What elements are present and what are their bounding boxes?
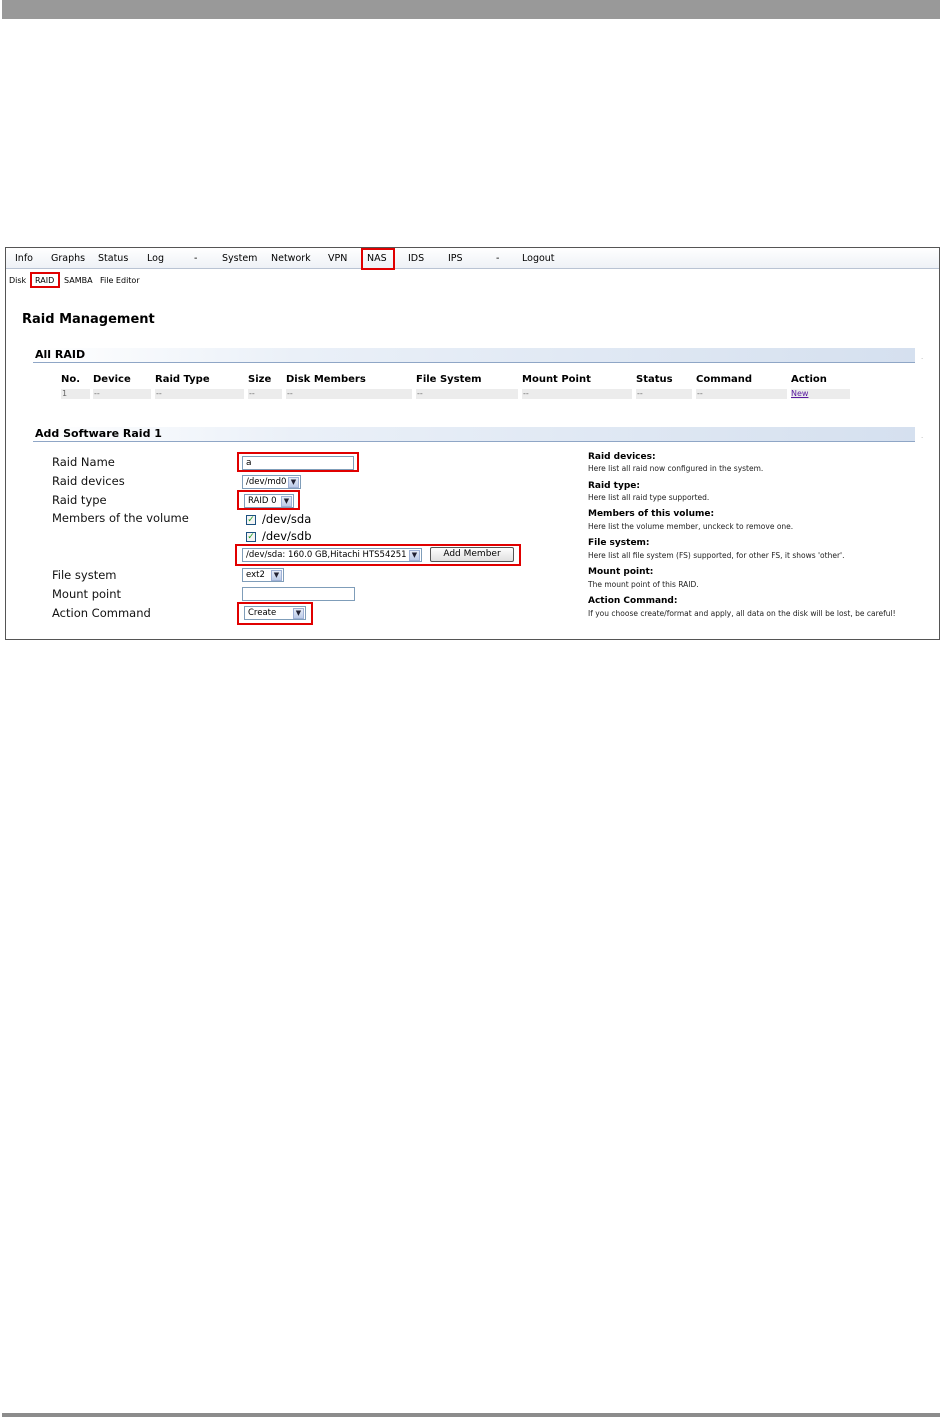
subnav-item-file-editor[interactable]: File Editor [100,276,140,286]
page-top-bar [2,0,940,19]
nav-item-log[interactable]: Log [147,253,164,264]
table-cell-bg [93,389,151,399]
page-title: Raid Management [22,312,155,327]
help-title-members: Members of this volume: [588,509,715,519]
cell-no: 1 [62,389,68,398]
action-command-highlight-box [237,602,313,625]
file-system-select[interactable]: ext2 ▼ [242,568,284,582]
table-cell-bg [155,389,244,399]
table-cell-bg [416,389,518,399]
col-header-disk-members: Disk Members [286,374,366,385]
mount-point-label: Mount point [52,587,122,601]
members-label: Members of the volume [52,511,189,525]
main-nav: Info Graphs Status Log - System Network … [6,248,939,269]
help-text-action-command: If you choose create/format and apply, a… [588,609,896,618]
table-cell-bg [636,389,692,399]
cell-disk-members: -- [287,389,293,398]
nav-item-network[interactable]: Network [271,253,311,264]
section-header-dot: · [921,355,924,363]
subnav-item-disk[interactable]: Disk [9,276,26,286]
member-sdb-label: /dev/sdb [262,529,312,543]
nav-separator: - [496,253,500,264]
help-title-file-system: File system: [588,538,650,548]
cell-command: -- [697,389,703,398]
app-window: Info Graphs Status Log - System Network … [5,247,940,640]
table-cell-bg [522,389,632,399]
col-header-mount-point: Mount Point [522,374,591,385]
member-highlight-box [235,544,521,566]
member-sda-checkbox[interactable]: ✓ [246,515,256,525]
nav-item-ips[interactable]: IPS [448,253,463,264]
col-header-size: Size [248,374,272,385]
raid-type-label: Raid type [52,493,107,507]
nav-item-system[interactable]: System [222,253,257,264]
col-header-raid-type: Raid Type [155,374,210,385]
nav-item-logout[interactable]: Logout [522,253,555,264]
help-title-action-command: Action Command: [588,596,678,606]
section-header-dot: · [921,434,924,442]
member-sdb-checkbox[interactable]: ✓ [246,532,256,542]
nav-item-graphs[interactable]: Graphs [51,253,85,264]
cell-size: -- [249,389,255,398]
table-cell-bg [286,389,412,399]
raid-devices-select[interactable]: /dev/md0 ▼ [242,475,301,489]
nav-item-status[interactable]: Status [98,253,128,264]
col-header-status: Status [636,374,673,385]
cell-file-system: -- [417,389,423,398]
help-title-raid-devices: Raid devices: [588,452,656,462]
nav-item-vpn[interactable]: VPN [328,253,347,264]
chevron-down-icon: ▼ [288,477,299,488]
subnav-item-samba[interactable]: SAMBA [64,276,93,286]
col-header-no: No. [61,374,81,385]
cell-device: -- [94,389,100,398]
file-system-value: ext2 [246,570,265,580]
section-header-all-raid: All RAID [33,348,915,363]
page-bottom-rule [2,1413,940,1417]
raid-type-highlight-box [237,490,300,510]
nav-separator: - [194,253,198,264]
section-header-add-raid: Add Software Raid 1 [33,427,915,442]
help-text-members: Here list the volume member, unckeck to … [588,522,794,531]
cell-status: -- [637,389,643,398]
col-header-device: Device [93,374,131,385]
help-text-file-system: Here list all file system (FS) supported… [588,551,845,560]
nas-highlight-box [361,248,395,270]
col-header-action: Action [791,374,827,385]
file-system-label: File system [52,568,117,582]
nav-item-info[interactable]: Info [15,253,33,264]
help-title-mount-point: Mount point: [588,567,654,577]
help-text-raid-type: Here list all raid type supported. [588,493,710,502]
action-command-label: Action Command [52,606,151,620]
cell-raid-type: -- [156,389,162,398]
raid-name-highlight-box [237,452,359,472]
cell-mount-point: -- [523,389,529,398]
raid-name-label: Raid Name [52,455,115,469]
help-text-raid-devices: Here list all raid now configured in the… [588,464,764,473]
table-cell-bg [696,389,787,399]
raid-highlight-box [30,272,60,288]
raid-devices-value: /dev/md0 [246,477,287,487]
col-header-file-system: File System [416,374,482,385]
nav-item-ids[interactable]: IDS [408,253,424,264]
chevron-down-icon: ▼ [271,570,282,581]
help-title-raid-type: Raid type: [588,481,640,491]
mount-point-input[interactable] [242,587,355,601]
help-text-mount-point: The mount point of this RAID. [588,580,699,589]
member-sda-label: /dev/sda [262,512,312,526]
raid-devices-label: Raid devices [52,474,125,488]
new-raid-link[interactable]: New [791,388,808,399]
col-header-command: Command [696,374,753,385]
